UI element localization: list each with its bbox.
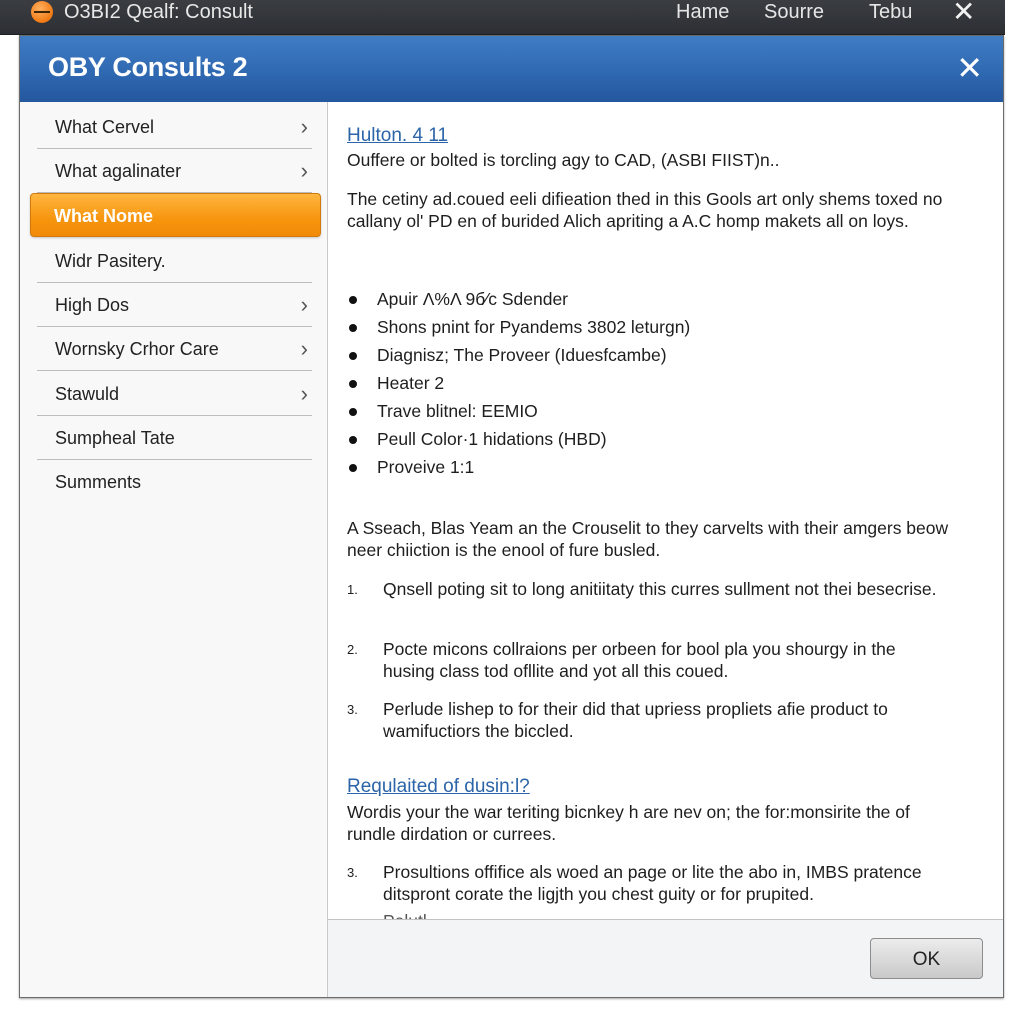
sidebar-item-label: Wornsky Crhor Care: [55, 339, 219, 359]
numbered-item: 2. Pocte micons collraions per orbeen fo…: [347, 639, 896, 681]
paragraph: A Sseach, Blas Yeam an the Crouselit to …: [347, 518, 949, 560]
sidebar-nav: What Cervel › What agalinater › What Nom…: [20, 102, 328, 997]
chevron-right-icon: ›: [300, 292, 308, 317]
sidebar-item-what-cervel[interactable]: What Cervel ›: [37, 105, 312, 149]
ok-button[interactable]: OK: [870, 938, 983, 979]
sidebar-item-high-dos[interactable]: High Dos ›: [37, 283, 312, 327]
paragraph: The cetiny ad.coued eeli difieation thed…: [347, 189, 943, 231]
bullet-icon: [349, 324, 357, 332]
chevron-right-icon: ›: [300, 158, 308, 183]
menu-tebu[interactable]: Tebu: [869, 0, 912, 24]
numbered-item: 1. Qnsell poting sit to long anitiitaty …: [347, 579, 937, 599]
dialog-title: OBY Consults 2: [48, 52, 248, 82]
app-close-icon[interactable]: ✕: [952, 0, 975, 26]
paragraph: Wordis your the war teriting bicnkey h a…: [347, 802, 910, 844]
sidebar-item-label: What agalinater: [55, 161, 182, 181]
content-pane: Hulton. 4 11 Ouffere or bolted is torcli…: [328, 102, 1003, 920]
list-item: Heater 2: [347, 369, 690, 397]
list-item: Apuir Λ%Λ 9б⁄c Sdender: [347, 285, 690, 313]
sidebar-item-label: What Nome: [54, 206, 153, 226]
chevron-right-icon: ›: [300, 336, 308, 361]
list-item: Trave blitnel: EEMIO: [347, 397, 690, 425]
cutoff-text: Pelutl...: [383, 910, 441, 919]
bullet-icon: [349, 464, 357, 472]
sidebar-item-wornsky-crhor-care[interactable]: Wornsky Crhor Care ›: [37, 327, 312, 371]
section-heading-link[interactable]: Hulton. 4 11: [347, 124, 448, 147]
chevron-right-icon: ›: [300, 381, 308, 406]
consult-dialog: OBY Consults 2 ✕ What Cervel › What agal…: [19, 35, 1004, 998]
dialog-header: OBY Consults 2 ✕: [20, 36, 1003, 102]
bullet-icon: [349, 352, 357, 360]
section-heading-link[interactable]: Requlaited of dusin:l?: [347, 775, 530, 798]
menu-home[interactable]: Hame: [676, 0, 729, 24]
sidebar-item-stawuld[interactable]: Stawuld ›: [37, 372, 312, 416]
app-title-bar: O3BI2 Qealf: Consult Hame Sourre Tebu ✕: [0, 0, 1005, 35]
sidebar-item-sumpheal-tate[interactable]: Sumpheal Tate: [37, 416, 312, 460]
sidebar-item-label: What Cervel: [55, 117, 155, 137]
sidebar-item-label: Summents: [55, 472, 142, 492]
list-item: Shons pnint for Pyandems 3802 leturgn): [347, 313, 690, 341]
app-logo-icon: [31, 1, 53, 23]
bullet-icon: [349, 408, 357, 416]
sidebar-item-label: Widr Pasitery.: [55, 251, 166, 271]
sidebar-item-label: High Dos: [55, 295, 130, 315]
numbered-item: 3. Prosultions offifice als woed an page…: [347, 862, 922, 904]
sidebar-item-what-nome[interactable]: What Nome: [30, 193, 321, 237]
chevron-right-icon: ›: [300, 114, 308, 139]
intro-text: Ouffere or bolted is torcling agy to CAD…: [347, 150, 780, 170]
list-item: Diagnisz; The Proveer (Iduesfcambe): [347, 341, 690, 369]
sidebar-item-label: Sumpheal Tate: [55, 428, 175, 448]
numbered-item: 3. Perlude lishep to for their did that …: [347, 699, 888, 741]
bullet-icon: [349, 296, 357, 304]
bullet-icon: [349, 380, 357, 388]
dialog-footer: OK: [328, 920, 1003, 997]
list-item: Proveive 1:1: [347, 453, 690, 481]
bullet-list: Apuir Λ%Λ 9б⁄c Sdender Shons pnint for P…: [347, 285, 690, 481]
sidebar-item-what-agalinater[interactable]: What agalinater ›: [37, 149, 312, 193]
dialog-close-icon[interactable]: ✕: [956, 50, 983, 86]
bullet-icon: [349, 436, 357, 444]
menu-source[interactable]: Sourre: [764, 0, 824, 24]
list-item: Peull Color·1 hidations (HBD): [347, 425, 690, 453]
app-title: O3BI2 Qealf: Consult: [64, 1, 253, 23]
sidebar-item-summents[interactable]: Summents: [37, 460, 312, 504]
sidebar-item-widr-pasitery[interactable]: Widr Pasitery.: [37, 239, 312, 283]
sidebar-item-label: Stawuld: [55, 384, 120, 404]
